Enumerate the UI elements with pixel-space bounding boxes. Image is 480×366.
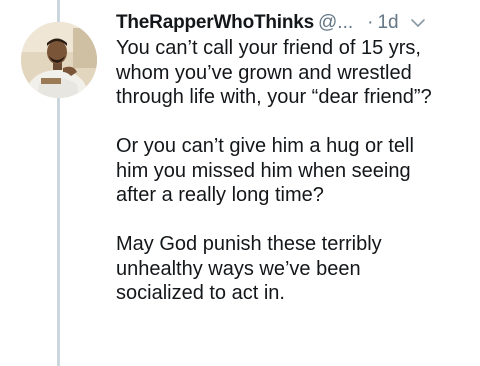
tweet-text: You can’t call your friend of 15 yrs, wh… [116, 36, 478, 306]
user-handle[interactable]: @... [318, 12, 353, 34]
thread-line [57, 94, 60, 366]
tweet-paragraph: You can’t call your friend of 15 yrs, wh… [116, 37, 432, 108]
timestamp[interactable]: 1d [377, 12, 398, 34]
tweet-paragraph: May God punish these terribly unhealthy … [116, 233, 382, 304]
more-options-button[interactable] [409, 14, 427, 32]
avatar[interactable] [21, 22, 97, 98]
thread-line-top [57, 0, 60, 24]
profile-photo-icon [21, 22, 97, 98]
display-name[interactable]: TheRapperWhoThinks [116, 12, 314, 34]
tweet-header: TheRapperWhoThinks @... · 1d [116, 9, 476, 37]
chevron-down-icon [410, 19, 425, 27]
tweet-paragraph: Or you can’t give him a hug or tell him … [116, 135, 414, 206]
separator-dot: · [367, 12, 374, 33]
